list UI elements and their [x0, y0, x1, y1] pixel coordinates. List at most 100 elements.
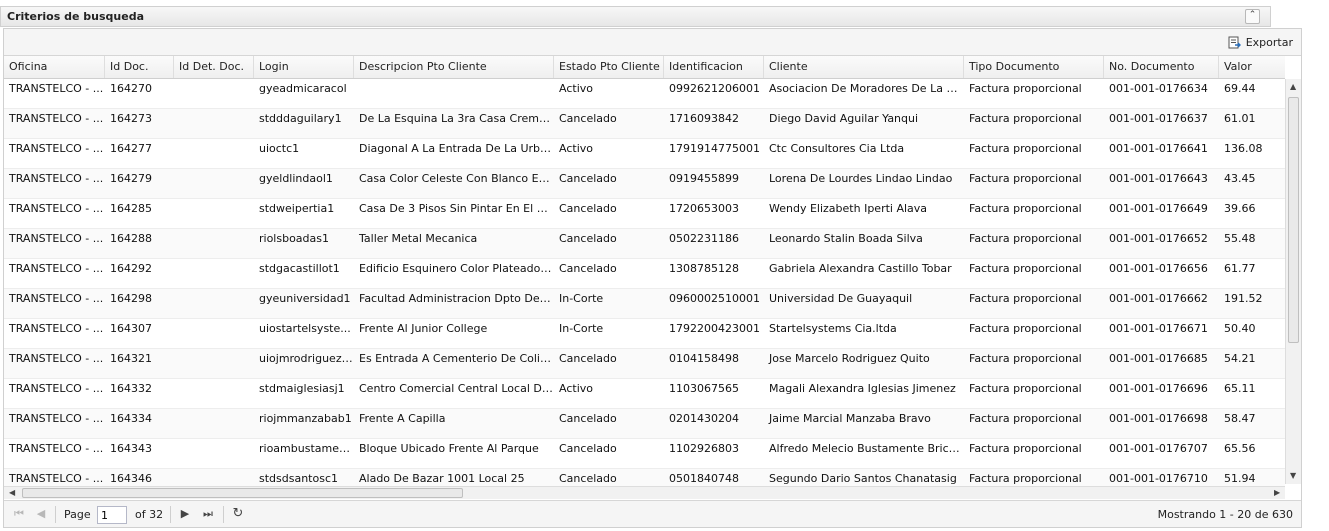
table-cell: Factura proporcional [969, 292, 1082, 305]
table-cell: 1308785128 [669, 262, 739, 275]
table-cell: Factura proporcional [969, 142, 1082, 155]
table-cell: 001-001-0176656 [1109, 262, 1208, 275]
table-row[interactable]: TRANSTELCO - ... 164332 stdmaiglesiasj1 Cen… [4, 379, 1285, 409]
table-row[interactable]: TRANSTELCO - ... 164288 riolsboadas1 Taller… [4, 229, 1285, 259]
table-row[interactable]: TRANSTELCO - ... 164334 riojmmanzabab1 Fren… [4, 409, 1285, 439]
table-row[interactable]: TRANSTELCO - ... 164279 gyeldlindaol1 Casa … [4, 169, 1285, 199]
table-row[interactable]: TRANSTELCO - ... 164343 rioambustament... B… [4, 439, 1285, 469]
table-cell: 0502231186 [669, 232, 739, 245]
table-cell: Jaime Marcial Manzaba Bravo [769, 412, 931, 425]
scroll-left-icon[interactable]: ◀ [9, 488, 15, 497]
table-cell: Cancelado [559, 352, 617, 365]
first-page-icon[interactable]: ⏮ [11, 506, 27, 522]
table-cell: Factura proporcional [969, 352, 1082, 365]
double-chevron-up-icon[interactable]: ⌃ [1245, 9, 1260, 24]
table-cell: Diego David Aguilar Yanqui [769, 112, 919, 125]
table-cell: 191.52 [1224, 292, 1263, 305]
scroll-right-icon[interactable]: ▶ [1274, 488, 1280, 497]
table-cell: stdgacastillot1 [259, 262, 340, 275]
table-cell: uiostartelsyste... [259, 322, 351, 335]
table-cell: Cancelado [559, 472, 617, 485]
table-cell: Frente Al Junior College [359, 322, 488, 335]
table-cell: Factura proporcional [969, 382, 1082, 395]
table-cell: 1791914775001 [669, 142, 760, 155]
table-cell: Cancelado [559, 202, 617, 215]
table-row[interactable]: TRANSTELCO - ... 164273 stdddaguilary1 De L… [4, 109, 1285, 139]
column-header[interactable]: Identificacion [664, 56, 764, 78]
column-header[interactable]: No. Documento [1104, 56, 1219, 78]
table-cell: Jose Marcelo Rodriguez Quito [769, 352, 930, 365]
table-cell: 164346 [110, 472, 152, 485]
last-page-icon[interactable]: ⏭ [200, 506, 216, 522]
vertical-scrollbar[interactable]: ▲ ▼ [1285, 79, 1301, 484]
table-cell: Factura proporcional [969, 82, 1082, 95]
table-row[interactable]: TRANSTELCO - ... 164277 uioctc1 Diagonal A … [4, 139, 1285, 169]
table-cell: 001-001-0176696 [1109, 382, 1208, 395]
column-header[interactable]: Valor [1219, 56, 1285, 78]
table-row[interactable]: TRANSTELCO - ... 164285 stdweipertia1 Casa … [4, 199, 1285, 229]
table-cell: 1792200423001 [669, 322, 760, 335]
table-cell: TRANSTELCO - ... [9, 82, 104, 95]
column-header[interactable]: Id Det. Doc. [174, 56, 254, 78]
table-cell: Asociacion De Moradores De La Urba... [769, 82, 964, 95]
table-cell: Frente A Capilla [359, 412, 446, 425]
table-row[interactable]: TRANSTELCO - ... 164321 uiojmrodriguezq1 Es… [4, 349, 1285, 379]
table-cell: 164270 [110, 82, 152, 95]
column-header[interactable]: Id Doc. [105, 56, 174, 78]
table-row[interactable]: TRANSTELCO - ... 164346 stdsdsantosc1 Alado… [4, 469, 1285, 486]
table-cell [174, 409, 254, 438]
horizontal-scroll-thumb[interactable] [22, 488, 463, 498]
table-row[interactable]: TRANSTELCO - ... 164307 uiostartelsyste...… [4, 319, 1285, 349]
column-header[interactable]: Descripcion Pto Cliente [354, 56, 554, 78]
export-label: Exportar [1245, 36, 1293, 49]
table-cell [174, 139, 254, 168]
page-label: Page [64, 508, 91, 521]
table-cell: 51.94 [1224, 472, 1256, 485]
table-cell: 61.01 [1224, 112, 1256, 125]
table-cell: 0201430204 [669, 412, 739, 425]
table-cell: 001-001-0176662 [1109, 292, 1208, 305]
table-row[interactable]: TRANSTELCO - ... 164298 gyeuniversidad1 Fac… [4, 289, 1285, 319]
next-page-icon[interactable]: ▶ [177, 506, 193, 522]
column-header[interactable]: Oficina [4, 56, 105, 78]
horizontal-scrollbar[interactable]: ◀ ▶ [4, 486, 1285, 499]
table-cell: 001-001-0176641 [1109, 142, 1208, 155]
table-cell [174, 259, 254, 288]
table-cell: 164273 [110, 112, 152, 125]
scroll-up-icon[interactable]: ▲ [1290, 82, 1296, 91]
table-row[interactable]: TRANSTELCO - ... 164292 stdgacastillot1 Edi… [4, 259, 1285, 289]
refresh-icon[interactable]: ↻ [230, 506, 246, 522]
table-cell: Leonardo Stalin Boada Silva [769, 232, 923, 245]
column-header[interactable]: Estado Pto Cliente [554, 56, 664, 78]
table-cell [174, 349, 254, 378]
table-cell: TRANSTELCO - ... [9, 142, 104, 155]
page-number-input[interactable] [97, 506, 127, 524]
table-cell: stdmaiglesiasj1 [259, 382, 345, 395]
table-cell: TRANSTELCO - ... [9, 202, 104, 215]
export-button[interactable]: Exportar [1228, 34, 1293, 51]
table-cell: Taller Metal Mecanica [359, 232, 478, 245]
table-cell: Facultad Administracion Dpto De Sim... [359, 292, 554, 305]
table-cell: TRANSTELCO - ... [9, 442, 104, 455]
paging-toolbar: ⏮ ◀ Page of 32 ▶ ⏭ ↻ Mostrando 1 - 20 de… [4, 500, 1301, 527]
table-cell: Wendy Elizabeth Iperti Alava [769, 202, 928, 215]
table-row[interactable]: TRANSTELCO - ... 164270 gyeadmicaracol Acti… [4, 79, 1285, 109]
table-cell: 0992621206001 [669, 82, 760, 95]
table-cell: Alfredo Melecio Bustamente Briceño [769, 442, 964, 455]
table-cell: 164343 [110, 442, 152, 455]
vertical-scroll-thumb[interactable] [1288, 97, 1299, 343]
grid-body: TRANSTELCO - ... 164270 gyeadmicaracol Acti… [4, 79, 1285, 486]
table-cell: 1720653003 [669, 202, 739, 215]
table-cell: Factura proporcional [969, 202, 1082, 215]
table-cell [174, 229, 254, 258]
table-cell [174, 379, 254, 408]
table-cell: 1103067565 [669, 382, 739, 395]
table-cell: 001-001-0176637 [1109, 112, 1208, 125]
column-header[interactable]: Tipo Documento [964, 56, 1104, 78]
table-cell: stdweipertia1 [259, 202, 335, 215]
prev-page-icon[interactable]: ◀ [33, 506, 49, 522]
scroll-down-icon[interactable]: ▼ [1290, 471, 1296, 480]
table-cell: 164307 [110, 322, 152, 335]
column-header[interactable]: Cliente [764, 56, 964, 78]
column-header[interactable]: Login [254, 56, 354, 78]
